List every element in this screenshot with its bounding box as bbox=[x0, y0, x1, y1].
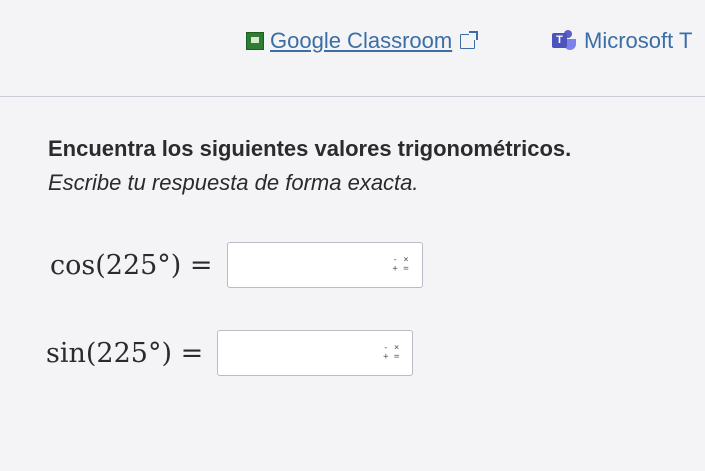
cos-equation-row: cos(225°) = - × + = bbox=[50, 242, 423, 288]
problem-instructions: Encuentra los siguientes valores trigono… bbox=[48, 136, 571, 196]
math-keypad-icon[interactable]: - × + = bbox=[382, 344, 400, 362]
sin-equation-row: sin(225°) = - × + = bbox=[46, 330, 414, 376]
external-link-icon bbox=[460, 30, 479, 49]
bookmarks-bar: Google Classroom T Microsoft T bbox=[0, 0, 705, 97]
google-classroom-label: Google Classroom bbox=[270, 28, 453, 53]
sin-answer-input[interactable]: - × + = bbox=[217, 330, 414, 376]
math-keypad-icon[interactable]: - × + = bbox=[392, 256, 410, 274]
sin-expression: sin(225°) = bbox=[46, 337, 204, 369]
exercise-page: Google Classroom T Microsoft T Encuentra… bbox=[0, 0, 705, 471]
microsoft-teams-icon: T bbox=[552, 30, 578, 52]
cos-expression: cos(225°) = bbox=[50, 249, 213, 281]
instruction-exact: Escribe tu respuesta de forma exacta. bbox=[48, 170, 419, 195]
cos-answer-input[interactable]: - × + = bbox=[226, 242, 423, 288]
google-classroom-link[interactable]: Google Classroom bbox=[246, 28, 479, 54]
microsoft-teams-link[interactable]: T Microsoft T bbox=[552, 28, 692, 54]
instruction-main: Encuentra los siguientes valores trigono… bbox=[48, 136, 572, 161]
microsoft-teams-label: Microsoft T bbox=[584, 28, 693, 53]
google-classroom-icon bbox=[246, 32, 264, 50]
